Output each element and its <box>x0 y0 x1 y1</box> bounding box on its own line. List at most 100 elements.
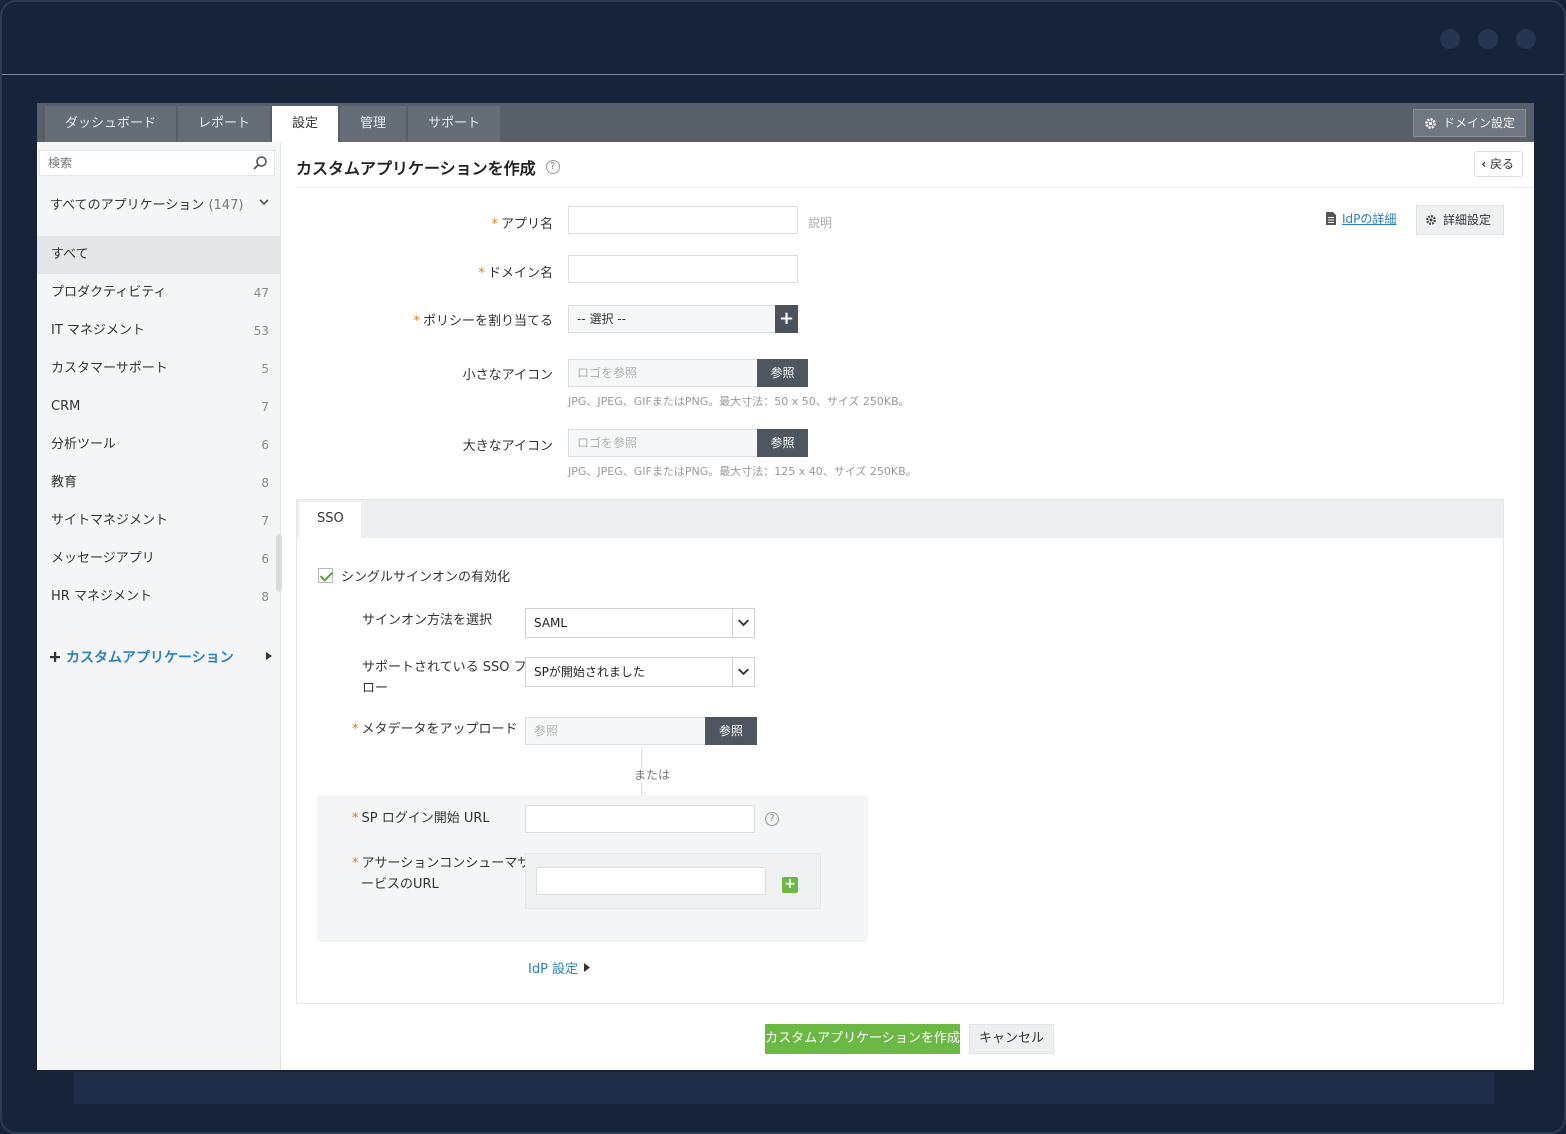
enable-sso-checkbox[interactable] <box>318 568 333 583</box>
page-title-text: カスタムアプリケーションを作成 <box>296 159 536 178</box>
signon-method-select[interactable]: SAML <box>525 608 755 638</box>
or-separator: または <box>634 768 671 782</box>
metadata-label: * メタデータをアップロード <box>352 722 518 737</box>
app-window: ダッシュボード レポート 設定 管理 サポート ドメイン設定 すべてのアプリケー… <box>37 103 1534 1070</box>
category-count: 6 <box>261 438 269 452</box>
signon-method-label: サインオン方法を選択 <box>362 613 493 628</box>
tab-admin[interactable]: 管理 <box>340 106 407 142</box>
policy-select[interactable]: -- 選択 -- <box>568 305 776 333</box>
category-count: 6 <box>261 552 269 566</box>
domain-input[interactable] <box>568 255 798 283</box>
large-icon-file-field[interactable]: ロゴを参照 <box>568 429 758 457</box>
acs-url-input[interactable] <box>536 867 766 895</box>
metadata-browse-button[interactable]: 参照 <box>705 717 757 745</box>
category-count: 7 <box>261 400 269 414</box>
large-icon-label: 大きなアイコン <box>462 439 553 454</box>
divider <box>296 187 1534 188</box>
enable-sso-row: シングルサインオンの有効化 <box>318 566 510 585</box>
add-acs-url-button[interactable]: + <box>782 877 798 893</box>
nav-tabs: ダッシュボード レポート 設定 管理 サポート <box>45 106 502 142</box>
idp-details-link[interactable]: IdPの詳細 <box>1326 210 1396 227</box>
sidebar-item-custom-apps[interactable]: カスタムアプリケーション <box>50 647 234 667</box>
window-controls <box>1440 29 1536 49</box>
advanced-settings-button[interactable]: 詳細設定 <box>1416 205 1504 235</box>
window-dot-icon[interactable] <box>1478 29 1498 49</box>
category-label: すべて <box>51 247 89 262</box>
tab-sso[interactable]: SSO <box>299 502 361 538</box>
search-icon[interactable] <box>252 155 268 171</box>
sidebar-item-it-management[interactable]: IT マネジメント 53 <box>37 312 280 350</box>
sp-login-url-input[interactable] <box>525 805 755 833</box>
category-count: 7 <box>261 514 269 528</box>
add-policy-button[interactable]: + <box>775 305 798 333</box>
sidebar-item-hr-management[interactable]: HR マネジメント 8 <box>37 578 280 616</box>
domain-settings-button[interactable]: ドメイン設定 <box>1412 109 1526 137</box>
tab-settings[interactable]: 設定 <box>272 106 339 142</box>
small-icon-label: 小さなアイコン <box>462 368 553 383</box>
chevron-down-icon[interactable] <box>258 196 270 208</box>
main-content: カスタムアプリケーションを作成 ? ‹ 戻る IdPの詳細 詳細設定 * アプリ名… <box>296 142 1534 1070</box>
url-settings-box: * SP ログイン開始 URL ? * アサーションコンシューマサ ービスのURL <box>317 795 868 942</box>
tab-dashboard[interactable]: ダッシュボード <box>45 106 177 142</box>
plus-icon <box>50 652 60 662</box>
large-icon-browse-button[interactable]: 参照 <box>757 429 808 457</box>
policy-label: * ポリシーを割り当てる <box>413 314 553 329</box>
sso-tabbar: SSO <box>297 500 1503 538</box>
small-icon-file-field[interactable]: ロゴを参照 <box>568 359 758 387</box>
metadata-file-field[interactable]: 参照 <box>525 717 706 745</box>
sidebar-item-education[interactable]: 教育 8 <box>37 464 280 502</box>
sidebar-item-all[interactable]: すべて <box>37 236 280 274</box>
category-label: CRM <box>51 399 81 414</box>
help-icon[interactable]: ? <box>765 812 779 826</box>
window-dot-icon[interactable] <box>1440 29 1460 49</box>
chevron-left-icon: ‹ <box>1481 157 1487 171</box>
small-icon-browse-button[interactable]: 参照 <box>757 359 808 387</box>
sidebar-item-productivity[interactable]: プロダクティビティ 47 <box>37 274 280 312</box>
all-apps-dropdown[interactable]: すべてのアプリケーション (147) <box>50 194 243 213</box>
large-icon-hint: JPG、JPEG、GIFまたはPNG。最大寸法：125 x 40、サイズ 250… <box>568 465 917 478</box>
small-icon-hint: JPG、JPEG、GIFまたはPNG。最大寸法：50 x 50、サイズ 250K… <box>568 395 910 408</box>
category-count: 53 <box>253 324 269 338</box>
divider <box>641 748 642 768</box>
sp-login-url-label: * SP ログイン開始 URL <box>352 811 490 826</box>
back-button[interactable]: ‹ 戻る <box>1474 151 1523 177</box>
window-dot-icon[interactable] <box>1516 29 1536 49</box>
tab-reports[interactable]: レポート <box>178 106 271 142</box>
idp-settings-label: IdP 設定 <box>528 962 579 977</box>
sso-panel: SSO シングルサインオンの有効化 サインオン方法を選択 SAML サポートされ… <box>296 499 1504 1004</box>
search-input[interactable] <box>40 151 240 175</box>
sso-flow-select[interactable]: SPが開始されました <box>525 657 755 687</box>
sidebar-item-messaging[interactable]: メッセージアプリ 6 <box>37 540 280 578</box>
sidebar-item-site-management[interactable]: サイトマネジメント 7 <box>37 502 280 540</box>
category-count: 47 <box>253 286 269 300</box>
all-apps-label: すべてのアプリケーション <box>50 198 205 213</box>
sso-flow-label: サポートされている SSO フ ロー <box>362 660 527 696</box>
enable-sso-label: シングルサインオンの有効化 <box>341 570 511 585</box>
window-bottom-strip <box>74 1072 1494 1104</box>
acs-url-group <box>525 853 821 909</box>
window-titlebar <box>2 2 1564 75</box>
idp-settings-link[interactable]: IdP 設定 <box>528 958 591 977</box>
description-link[interactable]: 説明 <box>808 214 832 231</box>
sidebar-item-crm[interactable]: CRM 7 <box>37 388 280 426</box>
domain-settings-label: ドメイン設定 <box>1442 116 1515 130</box>
category-label: HR マネジメント <box>51 589 152 604</box>
sidebar-item-customer-support[interactable]: カスタマーサポート 5 <box>37 350 280 388</box>
category-label: カスタマーサポート <box>51 361 168 376</box>
category-label: IT マネジメント <box>51 323 145 338</box>
tab-support[interactable]: サポート <box>408 106 501 142</box>
sidebar-search <box>39 150 275 176</box>
category-list: すべて プロダクティビティ 47 IT マネジメント 53 カスタマーサポート 5 C… <box>37 236 280 616</box>
sidebar-collapse-handle[interactable] <box>276 534 282 592</box>
gear-icon <box>1426 215 1436 225</box>
category-label: サイトマネジメント <box>51 513 169 528</box>
caret-right-icon <box>584 963 591 972</box>
caret-right-icon[interactable] <box>265 651 273 661</box>
sidebar-item-analytics[interactable]: 分析ツール 6 <box>37 426 280 464</box>
acs-url-label: * アサーションコンシューマサ ービスのURL <box>352 856 531 892</box>
create-custom-app-button[interactable]: カスタムアプリケーションを作成 <box>765 1024 960 1054</box>
cancel-button[interactable]: キャンセル <box>969 1024 1054 1054</box>
top-navbar: ダッシュボード レポート 設定 管理 サポート ドメイン設定 <box>37 103 1534 142</box>
help-icon[interactable]: ? <box>545 160 560 174</box>
app-name-input[interactable] <box>568 206 798 234</box>
